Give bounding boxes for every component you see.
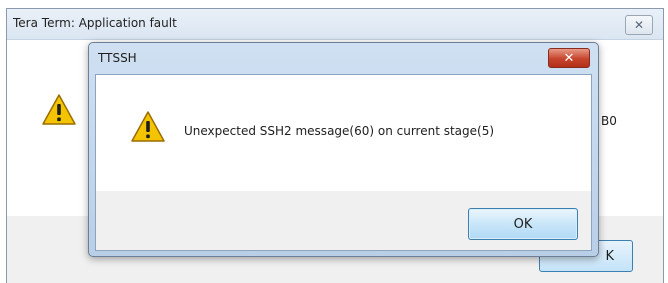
ttssh-body: Unexpected SSH2 message(60) on current s… (95, 74, 592, 251)
ttssh-close-button[interactable]: ✕ (548, 48, 590, 68)
application-fault-ok-label: K (605, 249, 614, 264)
application-fault-title: Tera Term: Application fault (13, 16, 177, 30)
ttssh-error-message: Unexpected SSH2 message(60) on current s… (184, 124, 495, 138)
application-fault-close-button[interactable]: ✕ (625, 15, 653, 35)
ttssh-dialog: TTSSH ✕ Unexpected SSH2 message(60) on c… (88, 42, 599, 257)
warning-icon (42, 94, 76, 125)
ttssh-ok-button[interactable]: OK (468, 208, 578, 240)
ttssh-ok-label: OK (513, 216, 533, 232)
close-icon: ✕ (563, 50, 575, 66)
warning-icon (131, 111, 165, 142)
ttssh-title: TTSSH (98, 51, 137, 65)
close-icon: ✕ (633, 18, 645, 32)
ttssh-content: Unexpected SSH2 message(60) on current s… (96, 75, 591, 191)
application-fault-titlebar: Tera Term: Application fault ✕ (7, 9, 663, 40)
application-fault-message-partial: B0 (601, 114, 617, 128)
